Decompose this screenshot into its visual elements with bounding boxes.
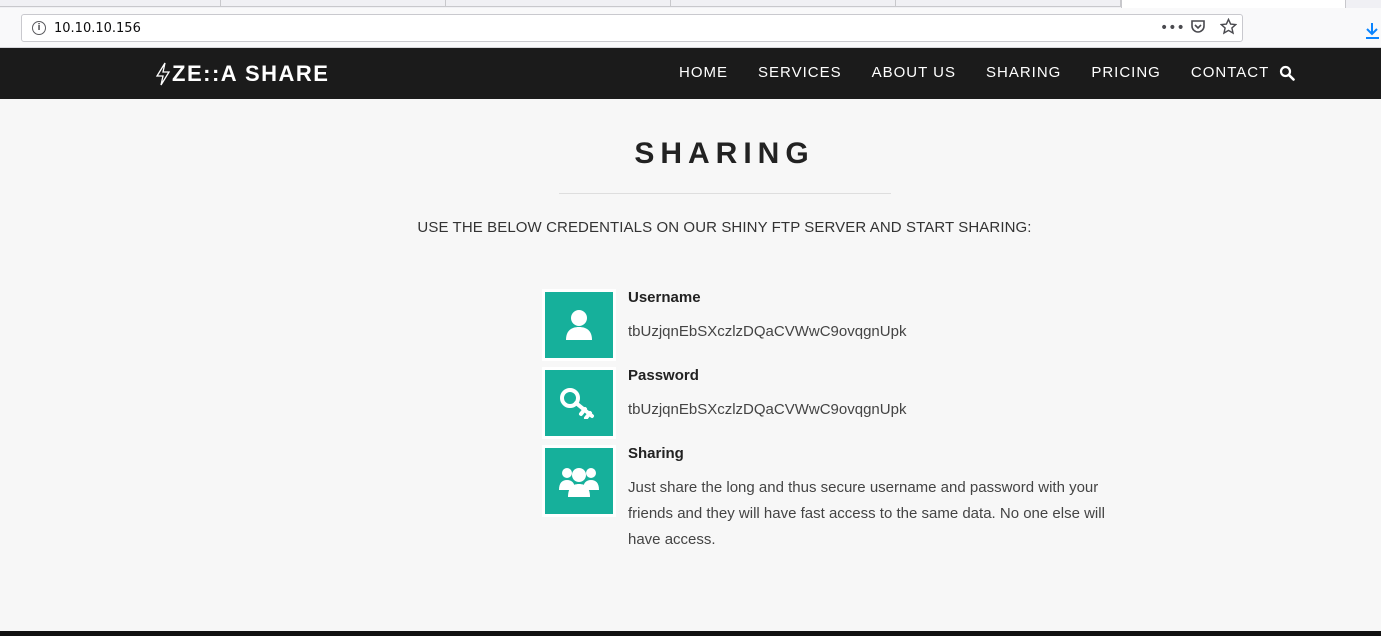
feature-icon-box <box>542 367 616 439</box>
feature-title: Password <box>628 367 699 384</box>
address-bar[interactable]: i 10.10.10.156 ••• <box>21 14 1243 42</box>
site-header: ZE::A SHARE HOME SERVICES ABOUT US SHARI… <box>0 48 1381 99</box>
feature-username: Username tbUzjqnEbSXczlzDQaCVWwC9ovqgnUp… <box>542 289 1112 363</box>
sharing-description: Just share the long and thus secure user… <box>628 479 1105 548</box>
site-info-icon[interactable]: i <box>32 21 46 35</box>
feature-title: Username <box>628 289 701 306</box>
footer-edge <box>0 631 1381 636</box>
address-url[interactable]: 10.10.10.156 <box>54 21 141 36</box>
nav-sharing[interactable]: SHARING <box>986 64 1061 81</box>
site-logo[interactable]: ZE::A SHARE <box>155 60 329 88</box>
browser-tab-strip <box>0 0 1381 8</box>
feature-password: Password tbUzjqnEbSXczlzDQaCVWwC9ovqgnUp… <box>542 367 1112 441</box>
users-group-icon <box>559 468 599 497</box>
search-icon[interactable] <box>1279 65 1295 81</box>
browser-tab[interactable] <box>0 0 221 7</box>
feature-icon-box <box>542 289 616 361</box>
section-intro: USE THE BELOW CREDENTIALS ON OUR SHINY F… <box>417 219 1032 236</box>
key-icon <box>560 388 594 419</box>
main-nav: HOME SERVICES ABOUT US SHARING PRICING C… <box>679 64 1299 81</box>
section-title: SHARING <box>634 137 815 170</box>
star-icon[interactable] <box>1217 17 1239 38</box>
lightning-bolt-icon <box>155 62 171 86</box>
feature-sharing: Sharing Just share the long and thus sec… <box>542 445 1112 555</box>
browser-tab[interactable] <box>221 0 446 7</box>
browser-tab[interactable] <box>671 0 896 7</box>
browser-tab[interactable] <box>896 0 1121 7</box>
feature-icon-box <box>542 445 616 517</box>
feature-title: Sharing <box>628 445 684 462</box>
nav-services[interactable]: SERVICES <box>758 64 842 81</box>
browser-toolbar: i 10.10.10.156 ••• <box>0 8 1381 48</box>
user-icon <box>566 310 592 340</box>
nav-pricing[interactable]: PRICING <box>1091 64 1161 81</box>
nav-home[interactable]: HOME <box>679 64 728 81</box>
username-value: tbUzjqnEbSXczlzDQaCVWwC9ovqgnUpk <box>628 323 907 340</box>
pocket-icon[interactable] <box>1187 18 1209 38</box>
ellipsis-icon[interactable]: ••• <box>1160 18 1185 38</box>
logo-text: ZE::A SHARE <box>172 61 330 86</box>
browser-tab[interactable] <box>446 0 671 7</box>
browser-tab-active[interactable] <box>1121 0 1346 8</box>
nav-contact[interactable]: CONTACT <box>1191 64 1269 81</box>
download-arrow-icon[interactable] <box>1364 21 1381 41</box>
password-value: tbUzjqnEbSXczlzDQaCVWwC9ovqgnUpk <box>628 401 907 418</box>
title-divider <box>559 193 891 194</box>
nav-about-us[interactable]: ABOUT US <box>872 64 956 81</box>
